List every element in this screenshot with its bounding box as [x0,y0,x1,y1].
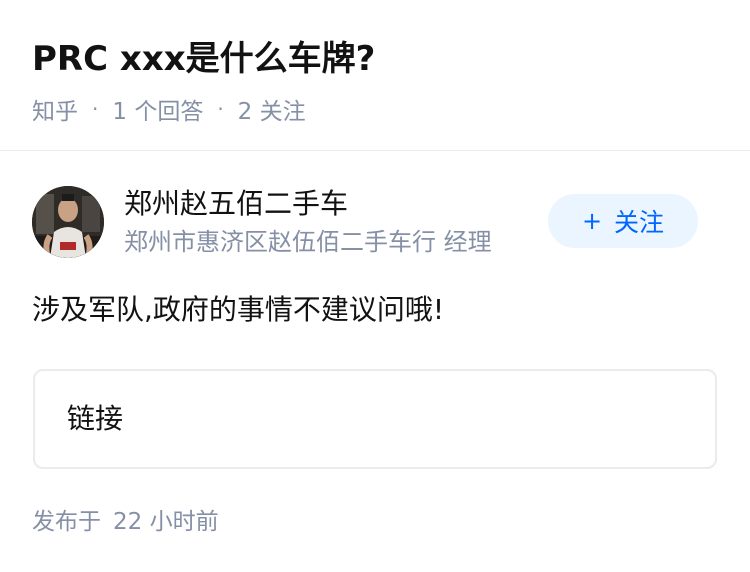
question-title[interactable]: PRC xxx是什么车牌? [32,36,375,82]
link-card[interactable]: 链接 [33,369,717,469]
avatar-photo [32,186,104,258]
follow-button-label: 关注 [614,208,665,237]
answers-count-number: 1 [112,99,127,125]
answers-count[interactable]: 1 个回答 [112,92,203,126]
meta-separator-dot: · [217,97,224,121]
question-header: PRC xxx是什么车牌? 知乎 · 1 个回答 · 2 关注 [0,0,750,151]
plus-icon: + [581,207,603,235]
answers-count-label: 个回答 [134,99,204,125]
meta-separator-dot: · [92,97,99,121]
question-source[interactable]: 知乎 [32,92,78,126]
answer-content: 涉及军队,政府的事情不建议问哦! [32,293,445,326]
answer-author: 郑州赵五佰二手车 郑州市惠济区赵伍佰二手车行 经理 + 关注 [32,184,718,260]
follow-button[interactable]: + 关注 [548,194,698,248]
followers-count-label: 关注 [259,99,306,125]
followers-count-number: 2 [237,99,253,125]
followers-count[interactable]: 2 关注 [238,92,306,126]
link-card-label: 链接 [67,402,124,435]
question-meta: 知乎 · 1 个回答 · 2 关注 [32,93,306,125]
avatar[interactable] [32,186,104,258]
publish-time-prefix: 发布于 [32,509,101,535]
publish-time: 发布于 22 小时前 [32,506,219,538]
author-name[interactable]: 郑州赵五佰二手车 [124,186,348,222]
author-bio: 郑州市惠济区赵伍佰二手车行 经理 [124,228,492,256]
publish-time-value: 22 小时前 [113,509,219,535]
